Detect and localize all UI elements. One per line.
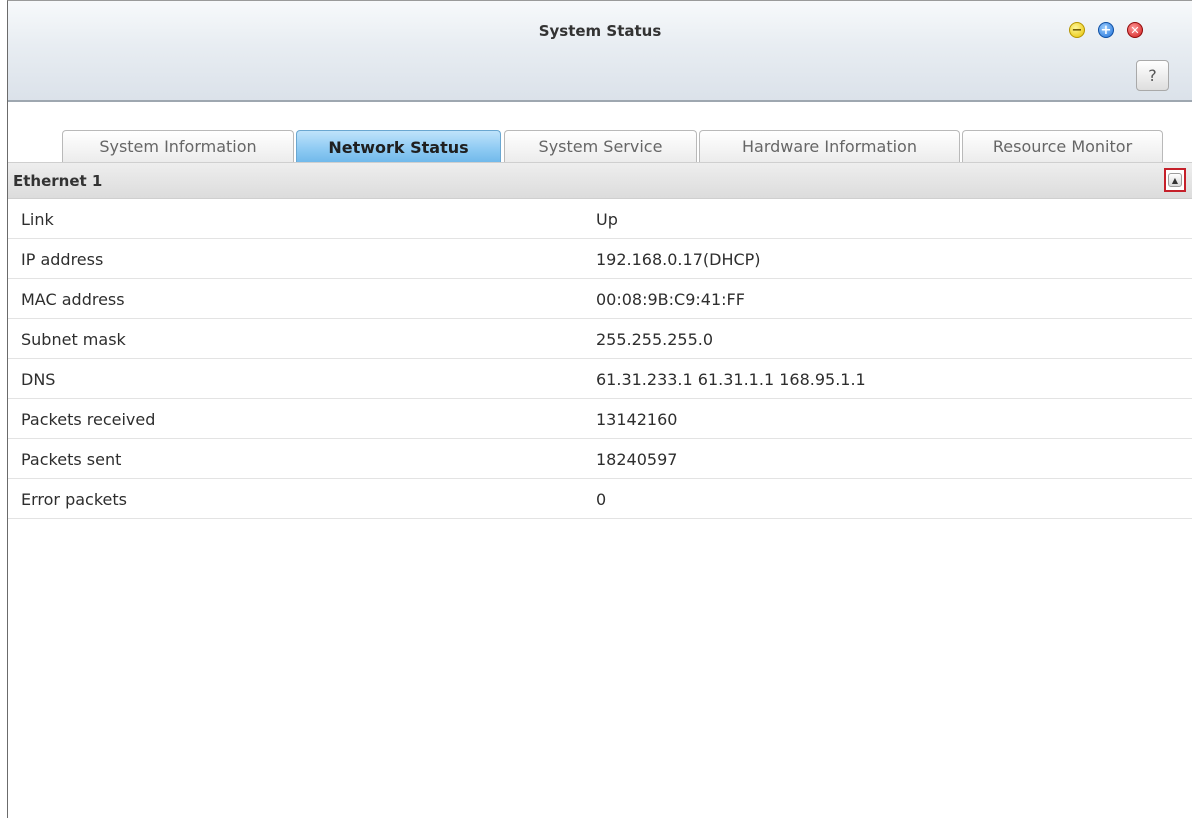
ethernet-section-header: Ethernet 1 ▲ <box>8 162 1192 199</box>
table-row: Link Up <box>8 199 1192 239</box>
table-row: Error packets 0 <box>8 479 1192 519</box>
row-label: Packets sent <box>21 450 122 469</box>
row-label: Error packets <box>21 490 127 509</box>
table-row: MAC address 00:08:9B:C9:41:FF <box>8 279 1192 319</box>
tab-network-status[interactable]: Network Status <box>296 130 501 163</box>
row-value: Up <box>596 210 618 229</box>
close-icon[interactable]: ✕ <box>1127 22 1143 38</box>
table-row: Subnet mask 255.255.255.0 <box>8 319 1192 359</box>
tab-bar: System Information Network Status System… <box>8 130 1192 163</box>
row-label: DNS <box>21 370 56 389</box>
system-status-window: System Status − + ✕ ? System Information… <box>7 0 1192 818</box>
title-bar: System Status − + ✕ ? <box>8 1 1192 102</box>
maximize-icon[interactable]: + <box>1098 22 1114 38</box>
row-label: MAC address <box>21 290 125 309</box>
row-label: Link <box>21 210 54 229</box>
row-value: 192.168.0.17(DHCP) <box>596 250 761 269</box>
row-value: 13142160 <box>596 410 678 429</box>
tab-resource-monitor[interactable]: Resource Monitor <box>962 130 1163 162</box>
row-value: 0 <box>596 490 607 509</box>
row-label: IP address <box>21 250 104 269</box>
row-value: 61.31.233.1 61.31.1.1 168.95.1.1 <box>596 370 866 389</box>
chevron-up-icon: ▲ <box>1168 173 1182 187</box>
table-row: IP address 192.168.0.17(DHCP) <box>8 239 1192 279</box>
table-row: Packets sent 18240597 <box>8 439 1192 479</box>
table-row: Packets received 13142160 <box>8 399 1192 439</box>
row-value: 255.255.255.0 <box>596 330 714 349</box>
network-status-table: Link Up IP address 192.168.0.17(DHCP) MA… <box>8 199 1192 519</box>
section-title: Ethernet 1 <box>13 172 103 190</box>
collapse-button[interactable]: ▲ <box>1164 168 1186 192</box>
help-button[interactable]: ? <box>1136 60 1169 91</box>
minimize-icon[interactable]: − <box>1069 22 1085 38</box>
row-value: 00:08:9B:C9:41:FF <box>596 290 745 309</box>
row-label: Subnet mask <box>21 330 126 349</box>
tab-hardware-information[interactable]: Hardware Information <box>699 130 960 162</box>
table-row: DNS 61.31.233.1 61.31.1.1 168.95.1.1 <box>8 359 1192 399</box>
tab-system-service[interactable]: System Service <box>504 130 697 162</box>
row-label: Packets received <box>21 410 156 429</box>
row-value: 18240597 <box>596 450 678 469</box>
tab-system-information[interactable]: System Information <box>62 130 294 162</box>
window-title: System Status <box>538 22 662 40</box>
